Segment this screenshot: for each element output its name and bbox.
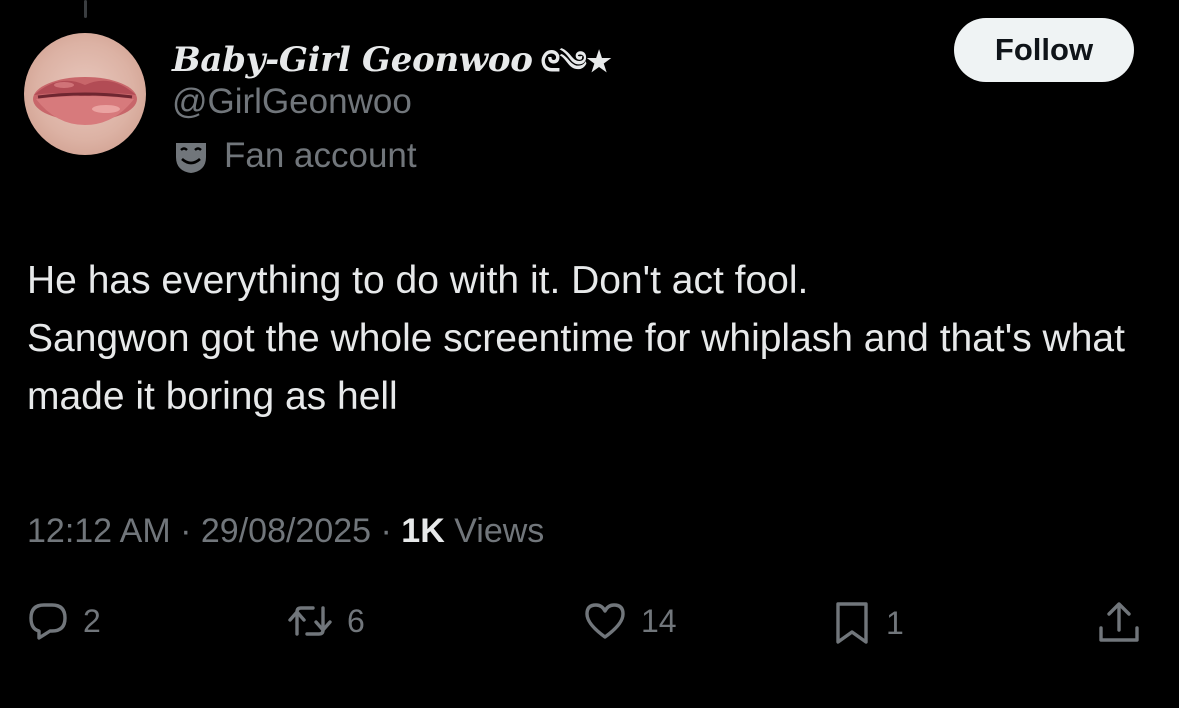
avatar-lips-image	[33, 77, 137, 125]
display-name-text: Baby-Girl Geonwoo	[172, 40, 533, 80]
action-bar: 2 6 14 1	[0, 600, 1179, 656]
avatar[interactable]	[24, 33, 146, 155]
bookmark-count: 1	[886, 604, 904, 641]
repost-button[interactable]: 6	[287, 600, 365, 642]
like-count: 14	[641, 602, 677, 639]
heart-icon	[583, 600, 627, 642]
thread-connector-line	[84, 0, 87, 18]
reply-icon	[27, 600, 69, 642]
account-label: Fan account	[172, 136, 417, 176]
share-icon	[1096, 600, 1142, 646]
follow-button[interactable]: Follow	[954, 18, 1134, 82]
share-button[interactable]	[1096, 600, 1142, 646]
views-label: Views	[454, 512, 545, 550]
repost-icon	[287, 600, 333, 642]
views-count[interactable]: 1K	[401, 512, 444, 550]
tweet-date[interactable]: 29/08/2025	[201, 512, 371, 550]
repost-count: 6	[347, 602, 365, 639]
bookmark-button[interactable]: 1	[832, 600, 904, 646]
reply-count: 2	[83, 602, 101, 639]
meta-separator: ·	[180, 512, 192, 550]
like-button[interactable]: 14	[583, 600, 677, 642]
bookmark-icon	[832, 600, 872, 646]
tweet-meta: 12:12 AM · 29/08/2025 · 1K Views	[27, 512, 544, 551]
tweet-time[interactable]: 12:12 AM	[27, 512, 171, 550]
theater-mask-icon	[172, 137, 210, 175]
user-handle[interactable]: @GirlGeonwoo	[172, 82, 412, 122]
meta-separator: ·	[380, 512, 392, 550]
reply-button[interactable]: 2	[27, 600, 101, 642]
account-label-text: Fan account	[224, 136, 417, 175]
tweet-text: He has everything to do with it. Don't a…	[27, 259, 1125, 418]
name-decoration: ᘓ༄★	[540, 45, 612, 78]
